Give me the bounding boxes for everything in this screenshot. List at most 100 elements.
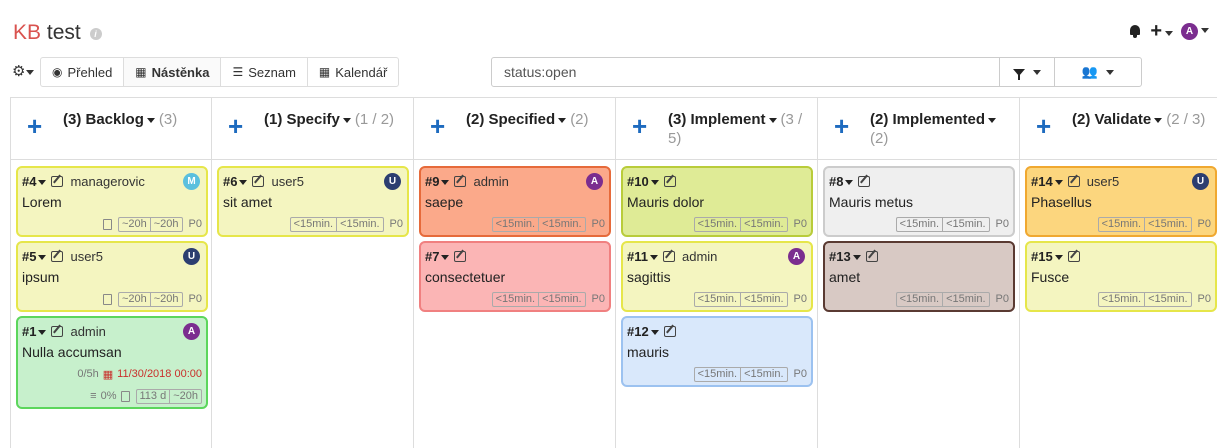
column-body: #8 Mauris metus <15min. <15min. P0 #13 amet <15… <box>818 160 1020 448</box>
task-title[interactable]: sagittis <box>627 269 807 288</box>
tab-kalendář[interactable]: ▦ Kalendář <box>306 57 400 87</box>
edit-icon[interactable] <box>51 325 64 337</box>
task-id-menu[interactable]: #15 <box>1031 249 1068 264</box>
column-title[interactable]: (2) Specified (2) <box>466 110 614 129</box>
edit-icon[interactable] <box>663 325 676 337</box>
task-title[interactable]: sit amet <box>223 194 403 213</box>
users-dropdown-button[interactable]: 👥 <box>1054 57 1142 87</box>
chevron-down-icon <box>845 179 854 185</box>
chevron-down-icon <box>26 69 35 75</box>
task-id-menu[interactable]: #10 <box>627 174 664 189</box>
task-title[interactable]: consectetuer <box>425 269 605 288</box>
chevron-down-icon[interactable] <box>558 117 567 123</box>
task-title[interactable]: Fusce <box>1031 269 1211 288</box>
project-name[interactable]: test <box>47 21 81 44</box>
task-title[interactable]: ipsum <box>22 269 202 288</box>
tab-nástěnka[interactable]: ▦ Nástěnka <box>123 57 222 87</box>
column-title[interactable]: (1) Specify (1 / 2) <box>264 110 412 129</box>
task-title[interactable]: Lorem <box>22 194 202 213</box>
chevron-down-icon[interactable] <box>342 117 351 123</box>
add-task-icon[interactable]: + <box>632 113 647 139</box>
filter-dropdown-button[interactable] <box>999 57 1055 87</box>
user-menu-button[interactable]: A <box>1181 22 1209 40</box>
assignee-name[interactable]: admin <box>70 324 105 339</box>
assignee-name[interactable]: managerovic <box>70 174 144 189</box>
edit-icon[interactable] <box>51 175 64 187</box>
task-card[interactable]: #7 consectetuer <15min. <15min. P0 <box>419 241 611 312</box>
column-title[interactable]: (3) Backlog (3) <box>63 110 211 129</box>
task-card[interactable]: #9 admin Asaepe <15min. <15min. P0 <box>419 166 611 237</box>
info-icon[interactable]: i <box>89 28 102 40</box>
task-id-menu[interactable]: #12 <box>627 324 664 339</box>
task-id-menu[interactable]: #4 <box>22 174 51 189</box>
task-title[interactable]: mauris <box>627 344 807 363</box>
task-title[interactable]: Mauris dolor <box>627 194 807 213</box>
task-card[interactable]: #13 amet <15min. <15min. P0 <box>823 241 1015 312</box>
progress-value: 0% <box>100 390 117 402</box>
users-icon: 👥 <box>1081 64 1099 79</box>
priority-label: P0 <box>1197 218 1211 230</box>
task-card[interactable]: #5 user5 Uipsum ~20h ~20h P0 <box>16 241 208 312</box>
edit-icon[interactable] <box>1067 175 1080 187</box>
task-card[interactable]: #8 Mauris metus <15min. <15min. P0 <box>823 166 1015 237</box>
task-card[interactable]: #15 Fusce <15min. <15min. P0 <box>1025 241 1217 312</box>
task-id-menu[interactable]: #7 <box>425 249 454 264</box>
task-id-menu[interactable]: #9 <box>425 174 454 189</box>
assignee-name[interactable]: user5 <box>1087 174 1120 189</box>
edit-icon[interactable] <box>454 250 467 262</box>
task-title[interactable]: amet <box>829 269 1009 288</box>
chevron-down-icon[interactable] <box>768 117 777 123</box>
add-task-icon[interactable]: + <box>1036 113 1051 139</box>
task-id-menu[interactable]: #6 <box>223 174 252 189</box>
task-title[interactable]: Phasellus <box>1031 194 1211 213</box>
tab-přehled[interactable]: ◉ Přehled <box>40 57 125 87</box>
chevron-down-icon[interactable] <box>146 117 155 123</box>
add-task-icon[interactable]: + <box>834 113 849 139</box>
task-card[interactable]: #10 Mauris dolor <15min. <15min. P0 <box>621 166 813 237</box>
assignee-name[interactable]: admin <box>682 249 717 264</box>
task-title[interactable]: saepe <box>425 194 605 213</box>
edit-icon[interactable] <box>454 175 467 187</box>
edit-icon[interactable] <box>51 250 64 262</box>
assignee-name[interactable]: user5 <box>70 249 103 264</box>
add-task-icon[interactable]: + <box>228 113 243 139</box>
add-task-icon[interactable]: + <box>27 113 42 139</box>
task-card[interactable]: #6 user5 Usit amet <15min. <15min. P0 <box>217 166 409 237</box>
kanban-board: + (3) Backlog (3) #4 managerovic M Lorem ~20h ~2… <box>10 97 1217 448</box>
bell-icon[interactable] <box>1128 24 1142 39</box>
task-title[interactable]: Nulla accumsan <box>22 344 202 363</box>
edit-icon[interactable] <box>858 175 871 187</box>
new-menu-button[interactable]: + <box>1150 21 1173 41</box>
column-body: #14 user5 U Phasellus <15min. <15min. P0 #15 Fus… <box>1020 160 1217 448</box>
assignee-name[interactable]: user5 <box>271 174 304 189</box>
edit-icon[interactable] <box>865 250 878 262</box>
task-card[interactable]: #12 mauris <15min. <15min. P0 <box>621 316 813 387</box>
edit-icon[interactable] <box>662 250 675 262</box>
column-title[interactable]: (3) Implement (3 / 5) <box>668 110 816 148</box>
assignee-name[interactable]: admin <box>473 174 508 189</box>
task-id-menu[interactable]: #8 <box>829 174 858 189</box>
search-input[interactable]: status:open <box>491 57 1000 87</box>
edit-icon[interactable] <box>1067 250 1080 262</box>
time-remaining-value: <15min. <box>1144 217 1190 231</box>
task-card[interactable]: #14 user5 U Phasellus <15min. <15min. P0 <box>1025 166 1217 237</box>
task-id-menu[interactable]: #11 <box>627 249 663 264</box>
add-task-icon[interactable]: + <box>430 113 445 139</box>
task-card[interactable]: #11 admin Asagittis <15min. <15min. P0 <box>621 241 813 312</box>
edit-icon[interactable] <box>252 175 265 187</box>
edit-icon[interactable] <box>663 175 676 187</box>
column-title[interactable]: (2) Validate (2 / 3) <box>1072 110 1217 129</box>
column-title[interactable]: (2) Implemented (2) <box>870 110 1018 148</box>
task-id-menu[interactable]: #1 <box>22 324 51 339</box>
tab-seznam[interactable]: ☰ Seznam <box>220 57 308 87</box>
task-id-menu[interactable]: #5 <box>22 249 51 264</box>
task-title[interactable]: Mauris metus <box>829 194 1009 213</box>
task-id-menu[interactable]: #13 <box>829 249 866 264</box>
chevron-down-icon[interactable] <box>1154 117 1163 123</box>
task-id: #14 <box>1031 173 1053 189</box>
settings-dropdown[interactable]: ⚙ <box>12 64 35 79</box>
task-card[interactable]: #1 admin A Nulla accumsan 0/5h ▦ 11/30/2018 00… <box>16 316 208 409</box>
task-card[interactable]: #4 managerovic M Lorem ~20h ~20h P0 <box>16 166 208 237</box>
chevron-down-icon[interactable] <box>988 117 997 123</box>
task-id-menu[interactable]: #14 <box>1031 174 1068 189</box>
